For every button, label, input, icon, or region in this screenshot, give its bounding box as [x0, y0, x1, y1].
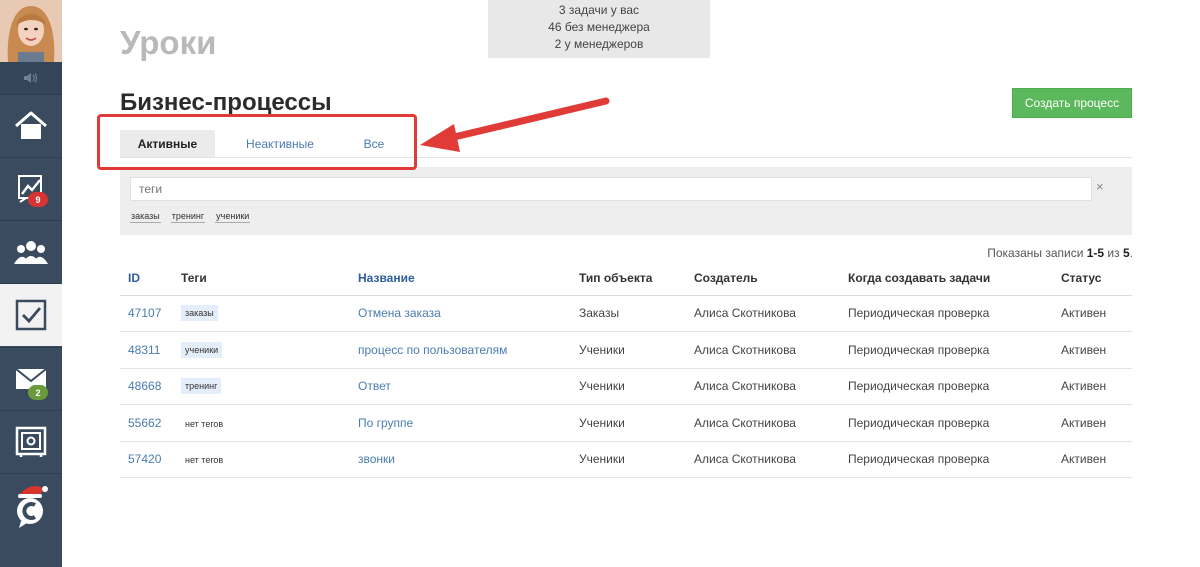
records-suffix: .	[1129, 246, 1133, 260]
sound-toggle[interactable]	[0, 62, 62, 94]
creator-cell: Алиса Скотникова	[686, 331, 840, 369]
column-header-name[interactable]: Название	[350, 261, 571, 296]
table-row: 57420 нет тегов звонки Ученики Алиса Ско…	[120, 441, 1132, 478]
process-name-link[interactable]: звонки	[358, 452, 395, 466]
column-header-creator: Создатель	[686, 261, 840, 296]
row-tag[interactable]: тренинг	[181, 378, 222, 395]
sidebar-item-tasks[interactable]	[0, 283, 62, 346]
creator-cell: Алиса Скотникова	[686, 368, 840, 405]
status-cell: Активен	[1053, 295, 1132, 332]
process-id-link[interactable]: 48668	[128, 379, 161, 393]
object-type-cell: Заказы	[571, 295, 686, 332]
row-tag[interactable]: ученики	[181, 341, 223, 358]
column-header-tags: Теги	[173, 261, 350, 296]
home-icon	[15, 111, 47, 139]
table-row: 48668 тренинг Ответ Ученики Алиса Скотни…	[120, 368, 1132, 405]
sidebar-item-users[interactable]	[0, 220, 62, 283]
mail-badge: 2	[28, 385, 48, 400]
processes-table: ID Теги Название Тип объекта Создатель К…	[120, 261, 1132, 478]
column-header-status: Статус	[1053, 261, 1132, 296]
table-header-row: ID Теги Название Тип объекта Создатель К…	[120, 261, 1132, 296]
column-header-id[interactable]: ID	[120, 261, 173, 296]
when-cell: Периодическая проверка	[840, 331, 1053, 369]
annotation-highlight-box	[97, 114, 417, 170]
records-middle: из	[1104, 246, 1123, 260]
page-title: Уроки	[120, 24, 217, 61]
chat-logo-icon	[17, 486, 48, 528]
status-cell: Активен	[1053, 441, 1132, 478]
sidebar-item-home[interactable]	[0, 94, 62, 157]
process-name-link[interactable]: процесс по пользователям	[358, 343, 507, 357]
creator-cell: Алиса Скотникова	[686, 295, 840, 332]
process-id-link[interactable]: 47107	[128, 306, 161, 320]
object-type-cell: Ученики	[571, 441, 686, 478]
process-name-link[interactable]: Отмена заказа	[358, 306, 441, 320]
speaker-icon	[24, 73, 38, 83]
users-icon	[14, 241, 48, 264]
table-row: 55662 нет тегов По группе Ученики Алиса …	[120, 404, 1132, 442]
filter-tag-training[interactable]: тренинг	[170, 211, 206, 223]
when-cell: Периодическая проверка	[840, 295, 1053, 332]
checkbox-tasks-icon	[15, 299, 47, 331]
notification-line: 3 задачи у вас	[558, 3, 640, 17]
filter-tag-students[interactable]: ученики	[215, 211, 251, 223]
process-id-link[interactable]: 55662	[128, 416, 161, 430]
object-type-cell: Ученики	[571, 404, 686, 442]
clear-icon[interactable]: ×	[1096, 179, 1104, 194]
create-process-button[interactable]: Создать процесс	[1012, 88, 1132, 118]
creator-cell: Алиса Скотникова	[686, 404, 840, 442]
notification-line: 46 без менеджера	[548, 20, 650, 34]
status-cell: Активен	[1053, 404, 1132, 442]
no-tags-label: нет тегов	[185, 418, 224, 429]
when-cell: Периодическая проверка	[840, 368, 1053, 405]
process-id-link[interactable]: 48311	[128, 343, 160, 357]
sidebar-item-mail[interactable]: 2	[0, 347, 62, 410]
process-name-link[interactable]: Ответ	[358, 379, 391, 393]
sidebar: 9 2	[0, 0, 62, 567]
filter-tag-list: заказы тренинг ученики	[130, 211, 251, 223]
section-title: Бизнес-процессы	[120, 89, 332, 116]
status-cell: Активен	[1053, 368, 1132, 405]
tasks-notification[interactable]: 3 задачи у вас 46 без менеджера 2 у мене…	[488, 0, 710, 58]
table-row: 48311 ученики процесс по пользователям У…	[120, 331, 1132, 369]
sidebar-item-chat[interactable]	[0, 473, 62, 536]
records-range: 1-5	[1086, 246, 1105, 260]
records-info: Показаны записи 1-5 из 5.	[912, 246, 1133, 260]
avatar[interactable]	[0, 0, 62, 62]
row-tag[interactable]: заказы	[181, 305, 218, 322]
when-cell: Периодическая проверка	[840, 441, 1053, 478]
column-header-type: Тип объекта	[571, 261, 686, 296]
avatar-image	[0, 0, 62, 62]
process-id-link[interactable]: 57420	[128, 452, 161, 466]
object-type-cell: Ученики	[571, 331, 686, 369]
tag-search-input[interactable]	[130, 177, 1092, 201]
when-cell: Периодическая проверка	[840, 404, 1053, 442]
records-total: 5	[1122, 246, 1130, 260]
filter-tag-orders[interactable]: заказы	[130, 211, 161, 223]
no-tags-label: нет тегов	[185, 455, 224, 466]
stats-badge: 9	[28, 192, 48, 207]
process-name-link[interactable]: По группе	[358, 416, 413, 430]
creator-cell: Алиса Скотникова	[686, 441, 840, 478]
sidebar-item-stats[interactable]: 9	[0, 157, 62, 220]
main-content: 3 задачи у вас 46 без менеджера 2 у мене…	[62, 0, 1200, 567]
sidebar-item-safe[interactable]	[0, 410, 62, 473]
status-cell: Активен	[1053, 331, 1132, 369]
records-prefix: Показаны записи	[987, 246, 1087, 260]
safe-icon	[15, 426, 47, 457]
column-header-when: Когда создавать задачи	[840, 261, 1053, 296]
object-type-cell: Ученики	[571, 368, 686, 405]
notification-line: 2 у менеджеров	[554, 37, 644, 51]
tag-filter-panel: × заказы тренинг ученики	[120, 167, 1132, 235]
table-row: 47107 заказы Отмена заказа Заказы Алиса …	[120, 295, 1132, 332]
